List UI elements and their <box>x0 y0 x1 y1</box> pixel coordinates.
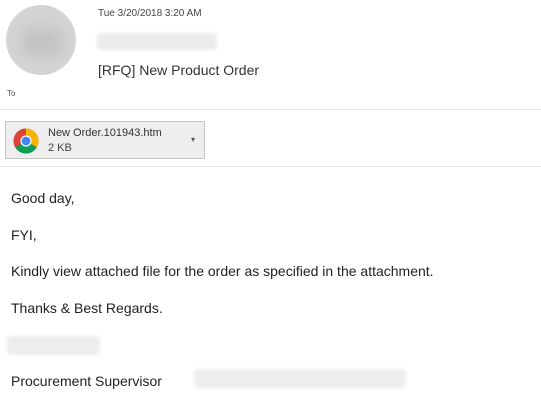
header-divider <box>0 109 541 110</box>
message-subject: [RFQ] New Product Order <box>98 62 260 78</box>
sender-avatar[interactable] <box>6 5 76 75</box>
body-message: Kindly view attached file for the order … <box>11 263 434 279</box>
chrome-icon <box>13 128 39 154</box>
attachment-divider <box>0 166 541 167</box>
body-closing: Thanks & Best Regards. <box>11 300 163 316</box>
avatar-redacted-image <box>22 28 62 56</box>
signature-name-redacted <box>7 336 100 355</box>
attachment-filename: New Order.101943.htm <box>48 127 162 139</box>
signature-title: Procurement Supervisor <box>11 373 162 389</box>
signature-company-redacted <box>194 369 406 388</box>
attachment-tile[interactable]: New Order.101943.htm 2 KB ▾ <box>5 121 205 159</box>
message-timestamp: Tue 3/20/2018 3:20 AM <box>98 8 202 19</box>
body-greeting: Good day, <box>11 190 75 206</box>
to-label[interactable]: To <box>7 89 15 98</box>
body-fyi: FYI, <box>11 227 37 243</box>
attachment-dropdown-icon[interactable]: ▾ <box>191 135 195 144</box>
attachment-size: 2 KB <box>48 142 72 154</box>
sender-name-redacted[interactable] <box>97 33 217 50</box>
